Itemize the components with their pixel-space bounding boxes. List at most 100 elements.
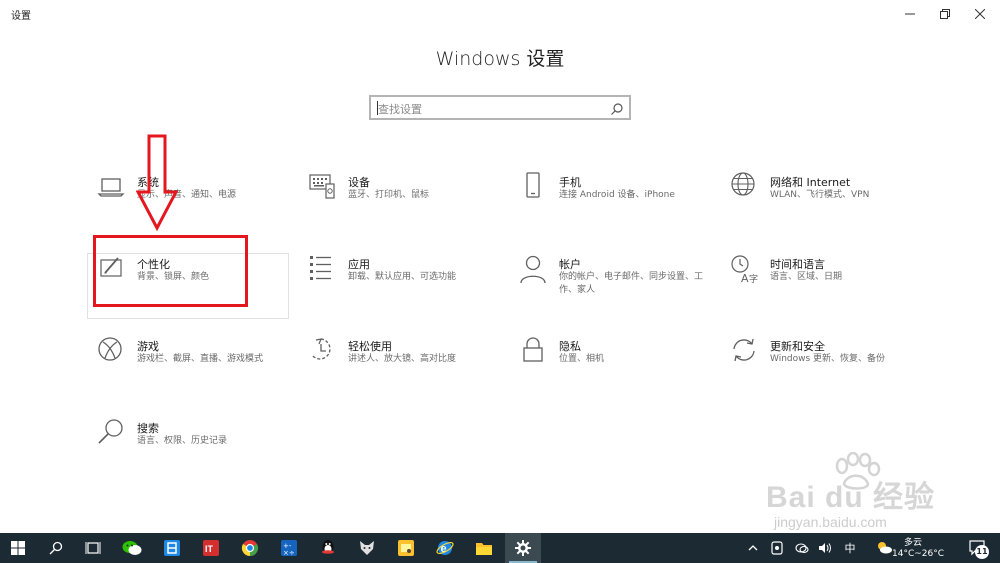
page-title: Windows 设置 [435,48,565,70]
task-view-button[interactable] [75,533,111,563]
tile-phone[interactable]: 手机 连接 Android 设备、iPhone [510,172,710,236]
notification-count-badge: 11 [975,545,989,559]
notes-app-icon [398,540,414,556]
volume-button[interactable] [816,533,834,563]
app-tray-icon [771,541,783,555]
taskbar: IT +- ×÷ e 中 [0,533,1000,563]
close-button[interactable] [963,0,997,28]
task-view-icon [85,542,101,554]
taskbar-qq[interactable] [310,533,346,563]
restore-button[interactable] [928,0,962,28]
tile-name: 轻松使用 [348,340,392,353]
taskbar-search-button[interactable] [38,533,74,563]
tray-wechat-icon[interactable] [793,533,811,563]
globe-icon [729,172,759,202]
title-bar: 设置 [0,0,1000,28]
taskbar-app-fox[interactable] [349,533,385,563]
tile-desc: 蓝牙、打印机、鼠标 [348,190,430,200]
qq-penguin-icon [322,540,334,554]
windows-logo-icon [11,541,25,555]
fox-app-icon [360,541,374,555]
ime-indicator[interactable]: 中 [840,533,860,563]
taskbar-app-blue[interactable] [154,533,190,563]
tile-ease-of-access[interactable]: 轻松使用 讲述人、放大镜、高对比度 [299,336,499,400]
window-title: 设置 [11,11,31,22]
tile-name: 更新和安全 [770,340,825,353]
apps-list-icon [307,254,337,284]
internet-explorer-icon: e [436,541,454,555]
ease-of-access-icon [307,336,337,366]
taskbar-app-red[interactable]: IT [193,533,229,563]
tile-desc: 语言、权限、历史记录 [137,436,228,446]
taskbar-chrome[interactable] [232,533,268,563]
svg-text:A: A [741,272,749,284]
taskbar-file-explorer[interactable] [466,533,502,563]
show-hidden-icons-button[interactable] [744,533,762,563]
tile-desc: 连接 Android 设备、iPhone [559,190,675,200]
svg-text:IT: IT [205,544,214,554]
tile-desc: WLAN、飞行模式、VPN [770,190,870,200]
it-app-icon: IT [203,540,219,556]
search-icon [610,101,624,120]
calculator-app-icon: +-×÷ [281,540,297,557]
start-button[interactable] [0,533,36,563]
tile-update-security[interactable]: 更新和安全 Windows 更新、恢复、备份 [721,336,921,400]
annotation-arrow [136,134,178,232]
annotation-highlight-box [93,235,248,307]
search-icon [49,541,63,555]
tile-name: 搜索 [137,422,159,435]
person-icon [518,254,548,284]
tile-name: 应用 [348,258,370,271]
tray-app-icon[interactable] [768,533,786,563]
tile-accounts[interactable]: 帐户 你的帐户、电子邮件、同步设置、工作、家人 [510,254,710,318]
search-box[interactable]: 查找设置 [369,95,631,120]
keyboard-device-icon [307,172,337,202]
chrome-icon [241,540,259,557]
taskbar-wechat[interactable] [114,533,150,563]
tile-name: 网络和 Internet [770,176,851,189]
tile-name: 时间和语言 [770,258,825,271]
tile-name: 帐户 [559,258,581,271]
taskbar-ie[interactable]: e [427,533,463,563]
tile-system[interactable]: 系统 显示、声音、通知、电源 [88,172,288,236]
tile-time-language[interactable]: A字 时间和语言 语言、区域、日期 [721,254,921,318]
tile-desc: Windows 更新、恢复、备份 [770,354,886,364]
tile-privacy[interactable]: 隐私 位置、相机 [510,336,710,400]
watermark-url: jingyan.baidu.com [774,514,887,530]
tile-search[interactable]: 搜索 语言、权限、历史记录 [88,418,288,482]
tile-desc: 卸载、默认应用、可选功能 [348,272,457,282]
taskbar-settings[interactable] [505,533,541,563]
taskbar-app-yellow[interactable] [388,533,424,563]
tile-name: 设备 [348,176,370,189]
gear-icon [515,540,531,556]
svg-text:×÷: ×÷ [283,549,295,557]
tile-devices[interactable]: 设备 蓝牙、打印机、鼠标 [299,172,499,236]
svg-text:字: 字 [749,273,758,284]
watermark-brand: Bai du 经验 [766,481,936,514]
sync-icon [729,336,759,366]
laptop-icon [96,172,126,202]
minimize-button[interactable] [893,0,927,28]
tile-network[interactable]: 网络和 Internet WLAN、飞行模式、VPN [721,172,921,236]
tile-name: 隐私 [559,340,581,353]
tile-desc: 语言、区域、日期 [770,272,843,282]
weather-condition: 多云 [904,538,923,548]
tile-gaming[interactable]: 游戏 游戏栏、截屏、直播、游戏模式 [88,336,288,400]
speaker-icon [819,543,831,553]
xbox-icon [96,336,126,366]
lock-icon [518,336,548,366]
weather-temperature: 14°C~26°C [892,549,945,559]
tile-desc: 讲述人、放大镜、高对比度 [348,354,457,364]
wechat-icon [122,541,142,555]
wechat-tray-icon [795,543,809,554]
baidu-watermark: Bai du 经验 jingyan.baidu.com [760,452,960,542]
tile-name: 手机 [559,176,581,189]
tile-desc: 你的帐户、电子邮件、同步设置、工作、家人 [559,272,704,295]
weather-widget[interactable]: 多云 14°C~26°C [874,534,948,563]
taskbar-app-calc[interactable]: +- ×÷ [271,533,307,563]
tile-name: 游戏 [137,340,159,353]
time-language-icon: A字 [729,254,759,284]
phone-icon [518,172,548,202]
tile-apps[interactable]: 应用 卸载、默认应用、可选功能 [299,254,499,318]
search-icon [96,418,126,448]
